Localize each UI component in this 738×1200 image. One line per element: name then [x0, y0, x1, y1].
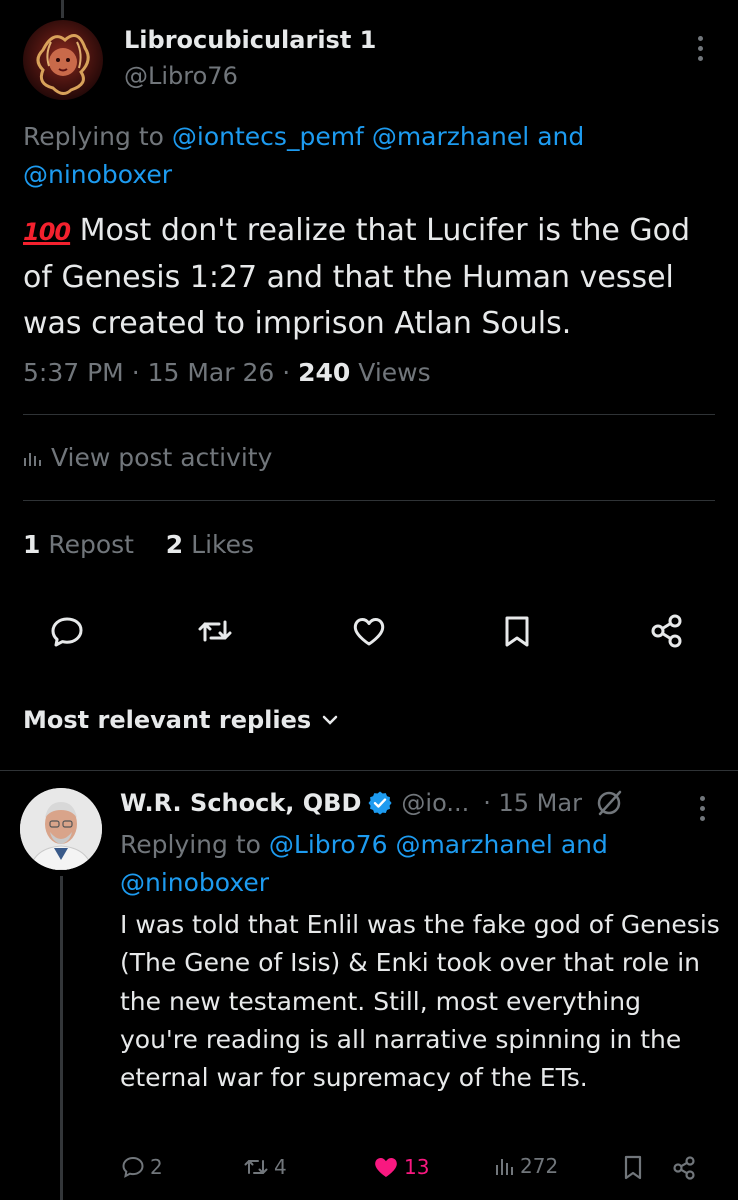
engagement-stats: 1 Repost 2 Likes: [23, 530, 254, 559]
mention-link[interactable]: @marzhanel: [395, 830, 552, 859]
bookmark-button[interactable]: [620, 1154, 646, 1182]
mention-link[interactable]: @ninoboxer: [120, 868, 269, 897]
reply-icon: [122, 1156, 144, 1178]
share-icon: [673, 1156, 695, 1180]
heart-icon[interactable]: [348, 610, 390, 652]
more-options-icon[interactable]: [690, 36, 710, 70]
analytics-icon: [496, 1159, 513, 1175]
post-date[interactable]: 15 Mar 26: [148, 358, 275, 387]
mention-link[interactable]: @marzhanel: [372, 122, 529, 151]
repost-button[interactable]: 4: [242, 1154, 287, 1180]
share-button[interactable]: [670, 1154, 698, 1182]
likes-count: 2: [165, 530, 184, 559]
like-button[interactable]: 13: [372, 1154, 429, 1180]
post-time[interactable]: 5:37 PM: [23, 358, 124, 387]
reply-icon[interactable]: [46, 610, 88, 652]
author-handle[interactable]: @Libro76: [124, 62, 238, 90]
divider: [23, 500, 715, 501]
view-post-activity-link[interactable]: View post activity: [23, 443, 272, 472]
verified-badge-icon: [368, 791, 393, 815]
reply-button[interactable]: 2: [120, 1154, 163, 1180]
reply-author-name[interactable]: W.R. Schock, QBD: [120, 789, 361, 817]
post-text: 100 Most don't realize that Lucifer is t…: [23, 208, 723, 347]
like-count: 13: [404, 1155, 430, 1179]
chevron-down-icon: [322, 715, 338, 725]
heart-filled-icon: [375, 1158, 397, 1177]
replying-to-prefix: Replying to: [23, 122, 164, 151]
replies-sort-label: Most relevant replies: [23, 706, 312, 734]
views-count: 240: [298, 358, 351, 387]
repost-count: 1: [23, 530, 41, 559]
separator: ·: [131, 358, 140, 387]
grok-icon[interactable]: [594, 788, 624, 818]
reply-text: I was told that Enlil was the fake god o…: [120, 910, 720, 1093]
reply-date-wrap[interactable]: · 15 Mar: [483, 789, 582, 817]
author-name[interactable]: Librocubicularist 1: [124, 26, 376, 54]
reply-replying-to: Replying to @Libro76 @marzhanel and @nin…: [120, 826, 700, 902]
mention-link[interactable]: @iontecs_pemf: [172, 122, 364, 151]
divider: [0, 770, 738, 771]
repost-label: Repost: [48, 530, 134, 559]
author-avatar[interactable]: [23, 20, 103, 100]
reply-action-bar: 2 4 13 272: [120, 1154, 720, 1186]
view-count: 272: [520, 1154, 559, 1178]
bookmark-icon: [624, 1155, 642, 1180]
view-post-activity-label: View post activity: [51, 443, 273, 472]
replying-to: Replying to @iontecs_pemf @marzhanel and…: [23, 118, 643, 194]
views-button[interactable]: 272: [494, 1154, 558, 1178]
mention-and-others-link[interactable]: and: [537, 122, 584, 151]
reply-author-avatar[interactable]: [20, 788, 102, 870]
mention-and-others-link[interactable]: and: [561, 830, 608, 859]
thread-connector-line: [61, 0, 64, 18]
repost-icon: [244, 1160, 268, 1174]
divider: [23, 414, 715, 415]
mention-link[interactable]: @Libro76: [269, 830, 388, 859]
share-icon[interactable]: [646, 610, 688, 652]
bookmark-icon[interactable]: [496, 610, 538, 652]
replies-sort-dropdown[interactable]: Most relevant replies: [23, 706, 339, 734]
likes-stat[interactable]: 2 Likes: [166, 530, 254, 559]
post-body: Most don't realize that Lucifer is the G…: [23, 213, 690, 341]
mention-link[interactable]: @ninoboxer: [23, 160, 172, 189]
hundred-points-icon: 100: [23, 218, 71, 246]
repost-count: 4: [274, 1155, 287, 1179]
post-meta: 5:37 PM · 15 Mar 26 · 240 Views: [23, 358, 431, 387]
reply-date[interactable]: 15 Mar: [499, 789, 582, 817]
replying-to-prefix: Replying to: [120, 830, 261, 859]
reply-header: W.R. Schock, QBD @io... · 15 Mar: [120, 788, 624, 818]
reply-count: 2: [150, 1155, 163, 1179]
post-action-bar: [46, 610, 696, 650]
reply-thread-line: [60, 876, 63, 1200]
reply-author-handle[interactable]: @io...: [401, 789, 469, 817]
views-label: Views: [358, 358, 431, 387]
separator: ·: [282, 358, 291, 387]
reposts-stat[interactable]: 1 Repost: [23, 530, 134, 559]
repost-icon[interactable]: [194, 610, 236, 652]
reply-more-options-icon[interactable]: [692, 796, 712, 830]
analytics-icon: [24, 452, 41, 466]
likes-label: Likes: [191, 530, 255, 559]
